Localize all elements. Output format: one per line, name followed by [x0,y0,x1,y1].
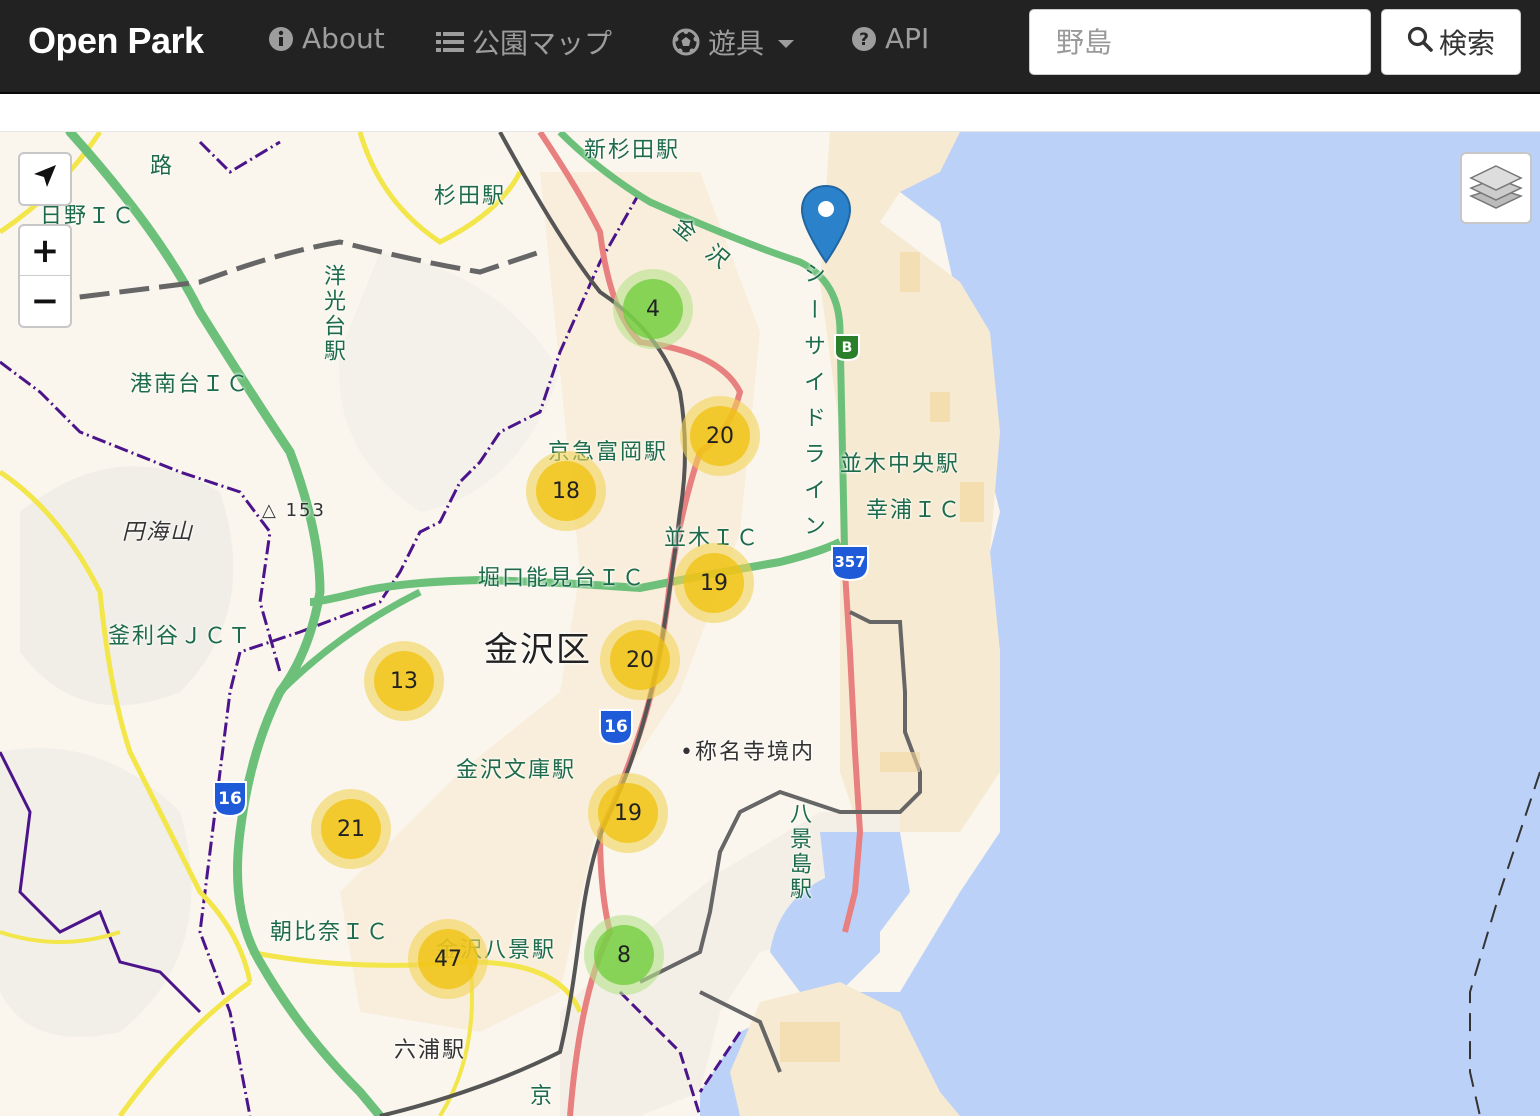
navbar: Open Park About 公園マップ 遊具 ? API 検索 [0,0,1540,94]
route-16-shield-icon: 16 [213,781,247,818]
marker-cluster[interactable]: 19 [588,773,668,853]
map-label-kei: 京 [530,1084,555,1109]
map-label-shin-sugita: 新杉田駅 [584,138,681,163]
zoom-in-button[interactable]: + [20,226,70,276]
marker-cluster[interactable]: 13 [364,641,444,721]
nav-equipment-label: 遊具 [708,27,765,60]
map-label-mutsuura: 六浦駅 [394,1038,467,1063]
locate-control [18,152,72,206]
route-357-shield-icon: 357 [831,545,869,582]
svg-text:B: B [842,340,853,356]
svg-text:?: ? [859,30,869,50]
zoom-control: + − [18,224,72,328]
search-icon [1407,26,1433,59]
cluster-count: 19 [684,553,744,613]
map-label-sugita: 杉田駅 [434,184,507,209]
search-button-label: 検索 [1438,27,1495,60]
marker-cluster[interactable]: 4 [613,269,693,349]
marker-cluster[interactable]: 47 [408,919,488,999]
map-label-elevation: △ 153 [262,500,326,521]
map-label-kamariya-jct: 釜利谷ＪＣＴ [108,624,253,649]
map-label-shomyoji: •称名寺境内 [680,740,815,765]
layers-icon [1468,162,1524,214]
map-label-enkaizan: 円海山 [122,520,195,545]
expressway-b-shield-icon: B [834,334,860,362]
nav-api[interactable]: ? API [851,22,929,55]
marker-cluster[interactable]: 8 [584,915,664,995]
cluster-count: 13 [374,651,434,711]
map-label-sachiura-ic: 幸浦ＩＣ [866,498,963,523]
route-16-shield-icon: 16 [599,709,633,746]
caret-down-icon [778,40,795,48]
nav-park-map-label: 公園マップ [472,27,613,60]
map-label-konandai-ic: 港南台ＩＣ [130,372,251,397]
cluster-count: 8 [594,925,654,985]
map-label-hakkeijima: 八景島駅 [786,802,811,902]
brand-logo[interactable]: Open Park [28,20,204,62]
svg-text:16: 16 [218,789,242,809]
nav-api-label: API [885,22,930,55]
cluster-count: 20 [610,630,670,690]
nav-equipment-dropdown[interactable]: 遊具 [672,22,795,62]
map-label-namiki-chuo: 並木中央駅 [840,452,961,477]
zoom-out-button[interactable]: − [20,276,70,326]
marker-cluster[interactable]: 18 [526,451,606,531]
map-canvas[interactable]: B 357 16 16 新杉田駅 杉田駅 日野ＩＣ 洋光台駅 港南台ＩＣ 京急富… [0,132,1540,1116]
list-icon [436,30,464,54]
cluster-count: 47 [418,929,478,989]
cluster-count: 21 [321,799,381,859]
map-label-kanazawa-bunko: 金沢文庫駅 [456,758,577,783]
layers-control[interactable] [1460,152,1532,224]
nav-about[interactable]: About [268,22,385,55]
marker-cluster[interactable]: 20 [600,620,680,700]
location-arrow-icon [31,159,59,199]
map-label-seaside-line: シーサイドライン [800,262,825,550]
map-label-kanazawa-ku: 金沢区 [484,630,592,670]
question-icon: ? [851,26,877,52]
navbar-spacer [0,94,1540,132]
marker-cluster[interactable]: 20 [680,396,760,476]
map-label-yokodai: 洋光台駅 [320,264,345,364]
soccer-ball-icon [672,28,700,56]
cluster-count: 18 [536,461,596,521]
marker-cluster[interactable]: 21 [311,789,391,869]
nav-park-map[interactable]: 公園マップ [436,22,612,62]
locate-button[interactable] [20,154,70,204]
info-icon [268,26,294,52]
map-label-ro: 路 [150,154,175,179]
svg-text:16: 16 [604,717,628,737]
svg-text:357: 357 [834,553,865,571]
location-marker-icon[interactable] [800,184,852,264]
cluster-count: 19 [598,783,658,843]
nav-about-label: About [302,22,385,55]
map-label-asahina-ic: 朝比奈ＩＣ [270,920,391,945]
search-input[interactable] [1029,9,1371,75]
marker-cluster[interactable]: 19 [674,543,754,623]
search-button[interactable]: 検索 [1381,9,1521,75]
cluster-count: 20 [690,406,750,466]
cluster-count: 4 [623,279,683,339]
map-label-horiguchi-ic: 堀口能見台ＩＣ [478,566,647,591]
